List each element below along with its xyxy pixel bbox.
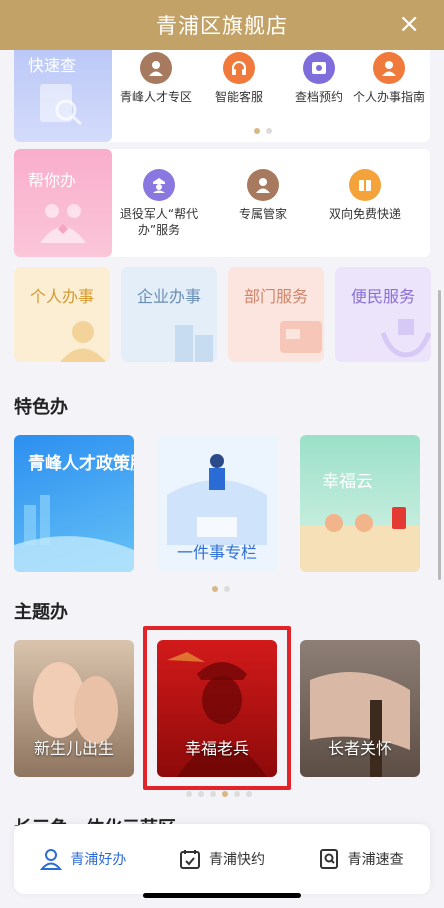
category-enterprise[interactable]: 企业办事 [121,267,217,362]
category-label: 便民服务 [350,287,415,306]
carousel-dot[interactable] [186,791,192,797]
theme-elder-care[interactable]: 长者关怀 [300,640,420,777]
person-badge-icon [140,52,172,84]
service-veteran-help[interactable]: 退役军人“帮代办”服务 [114,169,204,238]
theme-newborn[interactable]: 新生儿出生 [14,640,134,777]
happy-cloud-illustration: 幸福云 [300,472,420,572]
theme-happy-veteran[interactable]: 幸福老兵 [157,640,277,777]
hands-care-icon [381,319,431,358]
featured-talent-policy[interactable]: 青峰人才政策服务 [14,435,134,572]
carousel-dot[interactable] [266,128,272,134]
search-doc-icon [319,849,338,869]
tab-label: 青浦好办 [70,852,127,868]
carousel-dot-active[interactable] [212,586,218,592]
themes-carousel-dots [186,791,252,797]
person-icon [60,321,106,362]
close-icon[interactable]: × [398,11,420,37]
magnifier-doc-icon [40,84,82,126]
service-label: 退役军人“帮代办”服务 [119,207,199,237]
carousel-dot[interactable] [246,791,252,797]
theme-label: 幸福老兵 [184,739,249,758]
help-block[interactable]: 帮你办 [14,149,112,257]
service-label: 智能客服 [214,90,263,104]
headset-icon [223,52,255,84]
tab-label: 青浦速查 [347,852,404,868]
folder-search-icon [303,52,335,84]
quick-check-block[interactable]: 快速查 [14,40,112,142]
helping-hands-icon [40,204,86,243]
featured-carousel-dots [212,586,230,592]
calendar-check-icon [180,850,200,869]
butler-icon [247,169,279,201]
carousel-dots [254,128,272,134]
featured-label: 幸福云 [322,472,373,492]
featured-one-thing[interactable]: 一件事专栏 [157,435,277,572]
theme-label: 新生儿出生 [33,739,114,758]
service-butler[interactable]: 专属管家 [218,169,308,222]
featured-label: 青峰人才政策服务 [28,453,134,474]
section-title-themes: 主题办 [14,602,68,623]
talent-banner-illustration: 青峰人才政策服务 [14,453,134,572]
service-qingfeng-talent[interactable]: 青峰人才专区 [111,52,201,105]
carousel-dot[interactable] [198,791,204,797]
veteran-icon [143,169,175,201]
tab-qingpu-sucha[interactable]: 青浦速查 [291,824,430,894]
service-label: 双向免费快递 [328,207,401,221]
category-label: 个人办事 [29,287,94,306]
section-title-featured: 特色办 [14,397,68,418]
featured-happy-cloud[interactable]: 幸福云 [300,435,420,572]
carousel-dot-active[interactable] [222,791,228,797]
page-title: 青浦区旗舰店 [156,14,288,38]
service-free-express[interactable]: 双向免费快递 [320,169,410,222]
service-label: 个人办事指南 [352,90,425,104]
one-thing-illustration: 一件事专栏 [167,454,267,562]
carousel-dot[interactable] [224,586,230,592]
building-icon [175,325,213,362]
category-label: 企业办事 [136,287,201,306]
quick-check-card: 快速查 青峰人才专区 智能客服 查档预约 个人办事指南 [14,40,430,142]
home-indicator[interactable] [143,893,301,898]
parcel-icon [349,169,381,201]
category-label: 部门服务 [243,287,308,306]
id-card-icon [280,321,322,353]
help-card: 帮你办 退役军人“帮代办”服务 专属管家 双向免费快递 [14,149,430,257]
category-personal[interactable]: 个人办事 [14,267,110,362]
user-icon [40,849,63,870]
service-personal-guide[interactable]: 个人办事指南 [344,52,434,105]
help-label: 帮你办 [28,171,77,190]
carousel-dot[interactable] [210,791,216,797]
carousel-dot[interactable] [234,791,240,797]
service-label: 青峰人才专区 [119,90,192,104]
carousel-dot-active[interactable] [254,128,260,134]
tab-label: 青浦快约 [209,852,265,868]
featured-label: 一件事专栏 [177,543,257,562]
tab-qingpu-kuaiyue[interactable]: 青浦快约 [153,824,292,894]
top-bar: 青浦区旗舰店 × [0,0,444,50]
person-guide-icon [373,52,405,84]
scrollbar[interactable] [438,290,441,580]
theme-label: 长者关怀 [327,739,392,758]
quick-check-label: 快速查 [28,56,77,75]
category-public[interactable]: 便民服务 [335,267,431,362]
bottom-tab-bar: 青浦好办 青浦快约 青浦速查 [14,824,430,894]
category-department[interactable]: 部门服务 [228,267,324,362]
service-label: 专属管家 [238,207,287,221]
service-smart-support[interactable]: 智能客服 [194,52,284,105]
tab-qingpu-haoban[interactable]: 青浦好办 [14,824,153,894]
